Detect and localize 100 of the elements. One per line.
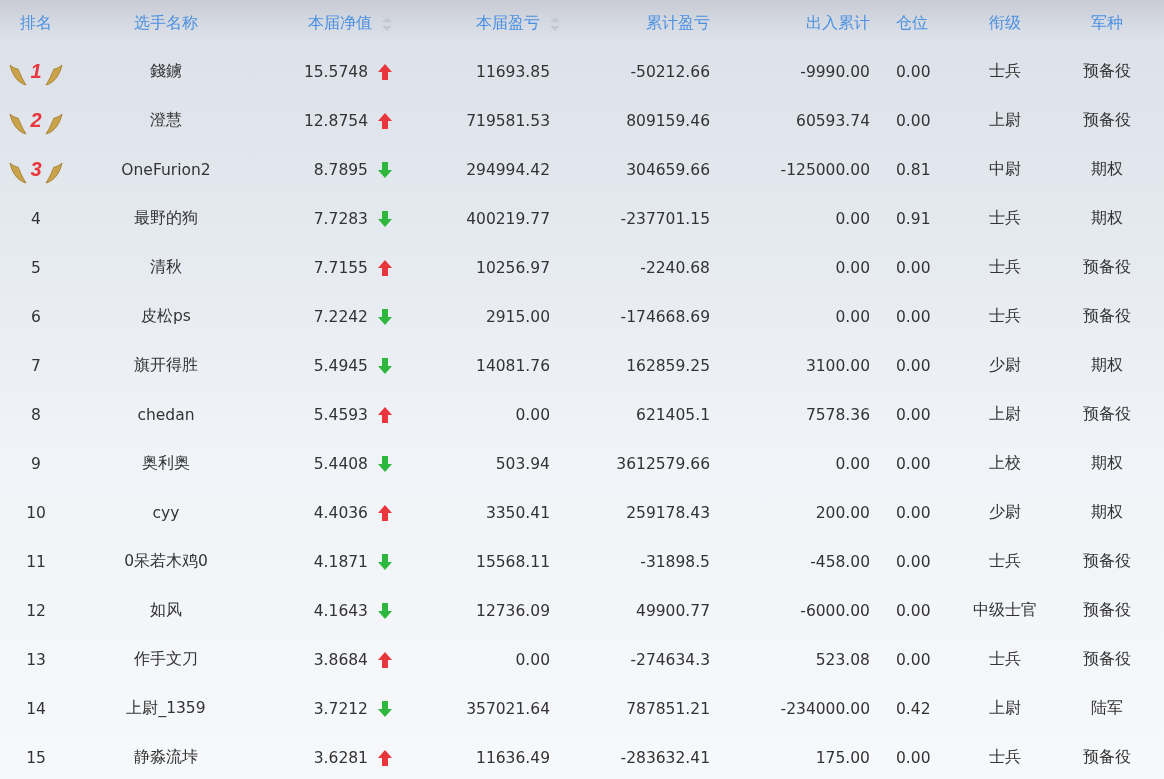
player-name: 静淼流垰 [134, 747, 198, 768]
cash-flow-total: -458.00 [810, 552, 870, 571]
rank-number: 14 [26, 699, 46, 718]
season-profit: 3350.41 [485, 503, 550, 522]
net-value: 12.8754 [303, 111, 368, 130]
player-name: 作手文刀 [134, 649, 198, 670]
player-name: 澄慧 [150, 110, 182, 131]
net-value: 8.7895 [313, 160, 368, 179]
winged-rank-badge: 3 [8, 154, 64, 185]
rank-title: 士兵 [989, 61, 1021, 82]
cash-flow-total: 523.08 [815, 650, 870, 669]
season-profit: 12736.09 [476, 601, 550, 620]
column-header: 衔级 [989, 13, 1021, 34]
total-profit: 304659.66 [626, 160, 710, 179]
season-profit: 0.00 [515, 650, 550, 669]
service-branch: 预备役 [1083, 110, 1131, 131]
cash-flow-total: 0.00 [835, 307, 870, 326]
rank-title: 士兵 [989, 257, 1021, 278]
season-profit: 11636.49 [476, 748, 550, 767]
net-value: 4.1643 [313, 601, 368, 620]
cash-flow-total: 0.00 [835, 209, 870, 228]
service-branch: 预备役 [1083, 747, 1131, 768]
cash-flow-total: -234000.00 [780, 699, 870, 718]
season-profit: 400219.77 [466, 209, 550, 228]
season-profit: 719581.53 [466, 111, 550, 130]
rank-number: 6 [31, 307, 41, 326]
season-profit: 10256.97 [476, 258, 550, 277]
net-value: 7.7283 [313, 209, 368, 228]
cash-flow-total: 200.00 [815, 503, 870, 522]
service-branch: 预备役 [1083, 306, 1131, 327]
player-name: 0呆若木鸡0 [124, 551, 208, 572]
position-ratio: 0.81 [896, 160, 931, 179]
total-profit: 809159.46 [626, 111, 710, 130]
position-ratio: 0.42 [896, 699, 931, 718]
player-name: cyy [152, 503, 180, 522]
service-branch: 预备役 [1083, 600, 1131, 621]
column-header[interactable]: 本届盈亏 [476, 13, 540, 34]
position-ratio: 0.00 [896, 62, 931, 81]
column-header: 排名 [20, 13, 52, 34]
service-branch: 期权 [1091, 502, 1123, 523]
position-ratio: 0.00 [896, 258, 931, 277]
service-branch: 期权 [1091, 355, 1123, 376]
position-ratio: 0.00 [896, 503, 931, 522]
total-profit: -237701.15 [620, 209, 710, 228]
rank-title: 上校 [989, 453, 1021, 474]
rank-title: 士兵 [989, 208, 1021, 229]
rank-title: 中尉 [989, 159, 1021, 180]
position-ratio: 0.00 [896, 405, 931, 424]
cash-flow-total: 175.00 [815, 748, 870, 767]
position-ratio: 0.00 [896, 552, 931, 571]
season-profit: 0.00 [515, 405, 550, 424]
cash-flow-total: 0.00 [835, 258, 870, 277]
rank-number: 12 [26, 601, 46, 620]
total-profit: 49900.77 [636, 601, 710, 620]
rank-title: 士兵 [989, 747, 1021, 768]
column-header: 军种 [1091, 13, 1123, 34]
player-name: chedan [137, 405, 195, 424]
player-name: 錢鐪 [150, 61, 182, 82]
service-branch: 期权 [1091, 453, 1123, 474]
service-branch: 预备役 [1083, 404, 1131, 425]
cash-flow-total: 60593.74 [796, 111, 870, 130]
rank-title: 士兵 [989, 551, 1021, 572]
service-branch: 预备役 [1083, 649, 1131, 670]
service-branch: 陆军 [1091, 698, 1123, 719]
total-profit: 3612579.66 [616, 454, 710, 473]
rank-title: 少尉 [989, 502, 1021, 523]
season-profit: 14081.76 [476, 356, 550, 375]
player-name: 旗开得胜 [134, 355, 198, 376]
net-value: 15.5748 [303, 62, 368, 81]
rank-number: 8 [31, 405, 41, 424]
position-ratio: 0.00 [896, 356, 931, 375]
service-branch: 期权 [1091, 208, 1123, 229]
cash-flow-total: 7578.36 [805, 405, 870, 424]
season-profit: 357021.64 [466, 699, 550, 718]
net-value: 3.6281 [313, 748, 368, 767]
total-profit: -31898.5 [640, 552, 710, 571]
service-branch: 预备役 [1083, 61, 1131, 82]
net-value: 7.7155 [313, 258, 368, 277]
cash-flow-total: 3100.00 [805, 356, 870, 375]
rank-number: 4 [31, 209, 41, 228]
rank-title: 上尉 [989, 404, 1021, 425]
rank-number: 9 [31, 454, 41, 473]
season-profit: 15568.11 [476, 552, 550, 571]
column-header[interactable]: 本届净值 [308, 13, 372, 34]
rank-title: 中级士官 [973, 600, 1037, 621]
total-profit: 621405.1 [636, 405, 710, 424]
column-header: 出入累计 [806, 13, 870, 34]
position-ratio: 0.00 [896, 650, 931, 669]
net-value: 3.7212 [313, 699, 368, 718]
player-name: 上尉_1359 [126, 698, 206, 719]
total-profit: 162859.25 [626, 356, 710, 375]
player-name: OneFurion2 [121, 160, 211, 179]
net-value: 7.2242 [313, 307, 368, 326]
column-header: 选手名称 [134, 13, 198, 34]
cash-flow-total: -125000.00 [780, 160, 870, 179]
column-header: 仓位 [896, 13, 928, 34]
service-branch: 预备役 [1083, 551, 1131, 572]
net-value: 4.4036 [313, 503, 368, 522]
player-name: 最野的狗 [134, 208, 198, 229]
player-name: 皮松ps [141, 306, 191, 327]
